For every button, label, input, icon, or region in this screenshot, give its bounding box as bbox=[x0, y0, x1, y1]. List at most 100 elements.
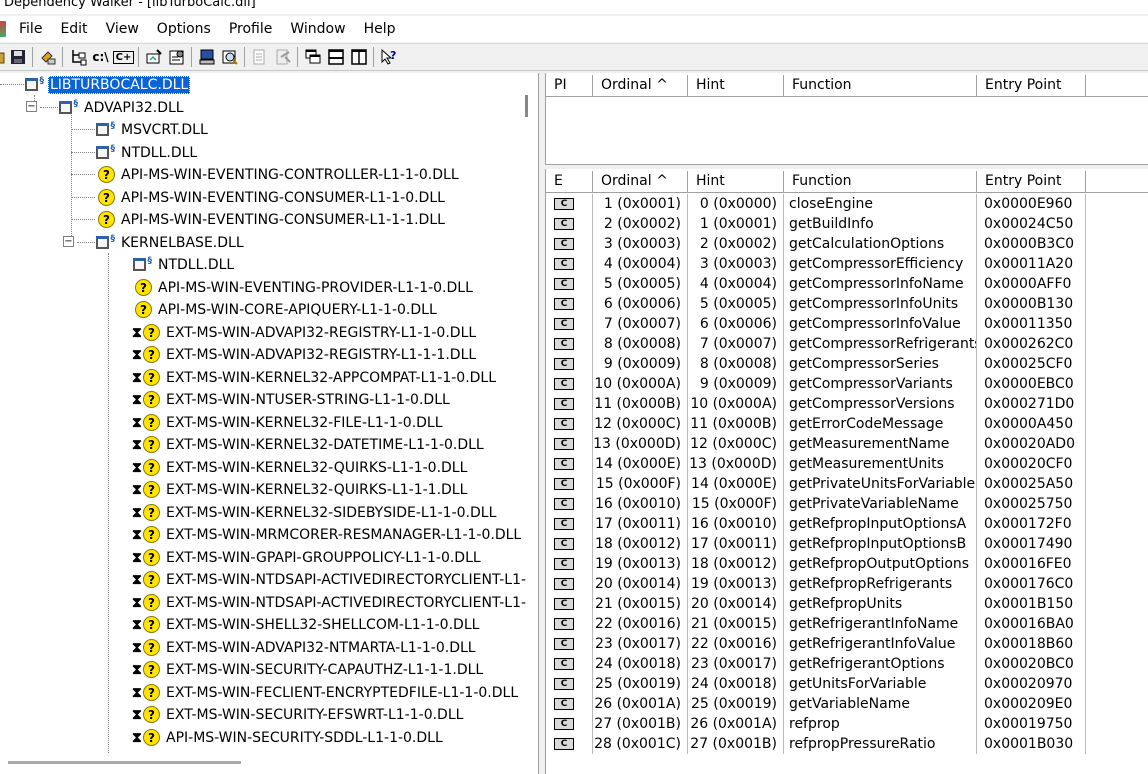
export-row[interactable]: C 15 (0x000F) 14 (0x000E) getPrivateUnitsFo… bbox=[546, 474, 1148, 494]
export-row[interactable]: C 1 (0x0001) 0 (0x0000) closeEngine 0x0000E9… bbox=[546, 194, 1148, 214]
export-row[interactable]: C 25 (0x0019) 24 (0x0018) getUnitsForVariab… bbox=[546, 674, 1148, 694]
tree-node[interactable]: ⧗? EXT-MS-WIN-GPAPI-GROUPPOLICY-L1-1-0.DL… bbox=[132, 547, 483, 569]
export-row[interactable]: C 19 (0x0013) 18 (0x0012) getRefpropOutputO… bbox=[546, 554, 1148, 574]
help-icon[interactable]: ? bbox=[377, 46, 400, 68]
export-row[interactable]: C 22 (0x0016) 21 (0x0015) getRefrigerantInf… bbox=[546, 614, 1148, 634]
tile-vertical-icon[interactable] bbox=[347, 46, 370, 68]
tree-node[interactable]: ⧗? EXT-MS-WIN-ADVAPI32-REGISTRY-L1-1-1.DL… bbox=[132, 344, 478, 366]
tree-node[interactable]: § MSVCRT.DLL bbox=[95, 119, 210, 141]
tree-node[interactable]: § KERNELBASE.DLL bbox=[95, 232, 246, 254]
tree-node[interactable]: ⧗? EXT-MS-WIN-KERNEL32-DATETIME-L1-1-0.DL… bbox=[132, 434, 486, 456]
tree-node[interactable]: ⧗? EXT-MS-WIN-SECURITY-EFSWRT-L1-1-0.DLL bbox=[132, 704, 465, 726]
tree-node[interactable]: ⧗? EXT-MS-WIN-KERNEL32-APPCOMPAT-L1-1-0.D… bbox=[132, 367, 498, 389]
system-info-icon[interactable] bbox=[195, 46, 218, 68]
col-pi[interactable]: PI bbox=[546, 75, 593, 97]
tree-node[interactable]: ⧗? EXT-MS-WIN-NTUSER-STRING-L1-1-0.DLL bbox=[132, 389, 452, 411]
tree-node[interactable]: ⧗? EXT-MS-WIN-SHELL32-SHELLCOM-L1-1-0.DLL bbox=[132, 614, 481, 636]
c-function-icon: C bbox=[554, 678, 574, 690]
tree-node[interactable]: ⧗? EXT-MS-WIN-ADVAPI32-NTMARTA-L1-1-0.DLL bbox=[132, 637, 478, 659]
export-row[interactable]: C 5 (0x0005) 4 (0x0004) getCompressorInfoNa… bbox=[546, 274, 1148, 294]
export-row[interactable]: C 20 (0x0014) 19 (0x0013) getRefpropRefrige… bbox=[546, 574, 1148, 594]
tree-node[interactable]: ⧗? EXT-MS-WIN-SECURITY-CAPAUTHZ-L1-1-1.DL… bbox=[132, 659, 485, 681]
tree-root-node[interactable]: § LIBTURBOCALC.DLL bbox=[24, 74, 191, 96]
export-row[interactable]: C 18 (0x0012) 17 (0x0011) getRefpropInputOp… bbox=[546, 534, 1148, 554]
imports-list[interactable]: PI Ordinal ^ Hint Function Entry Point bbox=[545, 73, 1148, 165]
tree-node[interactable]: ⧗? EXT-MS-WIN-KERNEL32-QUIRKS-L1-1-0.DLL bbox=[132, 457, 469, 479]
full-paths-icon[interactable]: c:\ bbox=[89, 46, 112, 68]
export-row[interactable]: C 11 (0x000B) 10 (0x000A) getCompressorVers… bbox=[546, 394, 1148, 414]
tree-node[interactable]: ? API-MS-WIN-CORE-APIQUERY-L1-1-0.DLL bbox=[132, 299, 439, 321]
collapse-toggle[interactable]: − bbox=[26, 101, 37, 112]
col-ordinal[interactable]: Ordinal ^ bbox=[593, 75, 688, 97]
tree-node[interactable]: ⧗? EXT-MS-WIN-NTDSAPI-ACTIVEDIRECTORYCLIE… bbox=[132, 592, 528, 614]
export-row[interactable]: C 16 (0x0010) 15 (0x000F) getPrivateVariabl… bbox=[546, 494, 1148, 514]
export-row[interactable]: C 9 (0x0009) 8 (0x0008) getCompressorSeries… bbox=[546, 354, 1148, 374]
export-row[interactable]: C 21 (0x0015) 20 (0x0014) getRefpropUnits 0x… bbox=[546, 594, 1148, 614]
col-function[interactable]: Function bbox=[784, 75, 977, 97]
highlight-matching-item-icon[interactable] bbox=[271, 46, 294, 68]
export-row[interactable]: C 8 (0x0008) 7 (0x0007) getCompressorRefrig… bbox=[546, 334, 1148, 354]
export-row[interactable]: C 6 (0x0006) 5 (0x0005) getCompressorInfoUn… bbox=[546, 294, 1148, 314]
app-icon[interactable] bbox=[0, 21, 6, 37]
export-row[interactable]: C 7 (0x0007) 6 (0x0006) getCompressorInfoVa… bbox=[546, 314, 1148, 334]
tile-horizontal-icon[interactable] bbox=[324, 46, 347, 68]
module-dependency-tree[interactable]: − − § LIBTURBOCALC.DLL § ADVAPI32.DLL § MSVCR… bbox=[0, 73, 539, 774]
export-row[interactable]: C 23 (0x0017) 22 (0x0016) getRefrigerantInf… bbox=[546, 634, 1148, 654]
export-row[interactable]: C 17 (0x0011) 16 (0x0010) getRefpropInputOp… bbox=[546, 514, 1148, 534]
menu-help[interactable]: Help bbox=[355, 16, 405, 42]
full-paths-label: c:\ bbox=[92, 50, 109, 64]
menu-profile[interactable]: Profile bbox=[220, 16, 282, 42]
undecorate-icon[interactable]: C+ bbox=[112, 46, 135, 68]
tree-node[interactable]: ⧗? API-MS-WIN-SECURITY-SDDL-L1-1-0.DLL bbox=[132, 727, 445, 749]
menu-options[interactable]: Options bbox=[148, 16, 220, 42]
export-row[interactable]: C 26 (0x001A) 25 (0x0019) getVariableName 0x… bbox=[546, 694, 1148, 714]
tree-node[interactable]: ⧗? EXT-MS-WIN-ADVAPI32-REGISTRY-L1-1-0.DL… bbox=[132, 322, 478, 344]
collapse-toggle[interactable]: − bbox=[63, 236, 74, 247]
export-row[interactable]: C 24 (0x0018) 23 (0x0017) getRefrigerantOpt… bbox=[546, 654, 1148, 674]
tree-node[interactable]: ⧗? EXT-MS-WIN-KERNEL32-QUIRKS-L1-1-1.DLL bbox=[132, 479, 469, 501]
export-row[interactable]: C 14 (0x000E) 13 (0x000D) getMeasurementUni… bbox=[546, 454, 1148, 474]
tree-node[interactable]: ? API-MS-WIN-EVENTING-PROVIDER-L1-1-0.DLL bbox=[132, 277, 475, 299]
export-row[interactable]: C 12 (0x000C) 11 (0x000B) getErrorCodeMessa… bbox=[546, 414, 1148, 434]
col-hint[interactable]: Hint bbox=[688, 75, 784, 97]
copy-icon[interactable] bbox=[36, 46, 59, 68]
menu-window[interactable]: Window bbox=[281, 16, 354, 42]
col-function[interactable]: Function bbox=[784, 171, 977, 193]
export-row[interactable]: C 4 (0x0004) 3 (0x0003) getCompressorEffici… bbox=[546, 254, 1148, 274]
find-next-icon[interactable] bbox=[248, 46, 271, 68]
menu-view[interactable]: View bbox=[97, 16, 148, 42]
col-hint[interactable]: Hint bbox=[688, 171, 784, 193]
export-row[interactable]: C 3 (0x0003) 2 (0x0002) getCalculationOptio… bbox=[546, 234, 1148, 254]
tree-node[interactable]: ? API-MS-WIN-EVENTING-CONSUMER-L1-1-1.DLL bbox=[95, 209, 447, 231]
col-entry-point[interactable]: Entry Point bbox=[977, 171, 1086, 193]
save-icon[interactable] bbox=[6, 46, 29, 68]
export-row[interactable]: C 27 (0x001B) 26 (0x001A) refprop 0x00019750 bbox=[546, 714, 1148, 734]
menu-file[interactable]: File bbox=[10, 16, 51, 42]
export-row[interactable]: C 13 (0x000D) 12 (0x000C) getMeasurementNam… bbox=[546, 434, 1148, 454]
exports-list[interactable]: E Ordinal ^ Hint Function Entry Point C 1… bbox=[545, 169, 1148, 774]
tree-node[interactable]: § ADVAPI32.DLL bbox=[58, 97, 186, 119]
tree-node[interactable]: ? API-MS-WIN-EVENTING-CONTROLLER-L1-1-0.D… bbox=[95, 164, 461, 186]
tree-horizontal-scrollbar[interactable] bbox=[8, 761, 241, 764]
tree-node[interactable]: § NTDLL.DLL bbox=[95, 142, 199, 164]
tree-node[interactable]: ⧗? EXT-MS-WIN-KERNEL32-SIDEBYSIDE-L1-1-0.… bbox=[132, 502, 498, 524]
find-icon[interactable] bbox=[218, 46, 241, 68]
tree-node[interactable]: ⧗? EXT-MS-WIN-FECLIENT-ENCRYPTEDFILE-L1-1… bbox=[132, 682, 520, 704]
tree-node[interactable]: § NTDLL.DLL bbox=[132, 254, 236, 276]
export-row[interactable]: C 10 (0x000A) 9 (0x0009) getCompressorVaria… bbox=[546, 374, 1148, 394]
properties-icon[interactable] bbox=[165, 46, 188, 68]
col-e[interactable]: E bbox=[546, 171, 593, 193]
tree-node[interactable]: ⧗? EXT-MS-WIN-NTDSAPI-ACTIVEDIRECTORYCLIE… bbox=[132, 569, 528, 591]
cascade-icon[interactable] bbox=[301, 46, 324, 68]
tree-node[interactable]: ⧗? EXT-MS-WIN-KERNEL32-FILE-L1-1-0.DLL bbox=[132, 412, 445, 434]
tree-node[interactable]: ? API-MS-WIN-EVENTING-CONSUMER-L1-1-0.DLL bbox=[95, 187, 447, 209]
configure-module-search-icon[interactable] bbox=[142, 46, 165, 68]
export-row[interactable]: C 28 (0x001C) 27 (0x001B) refpropPressureRa… bbox=[546, 734, 1148, 754]
tree-node[interactable]: ⧗? EXT-MS-WIN-MRMCORER-RESMANAGER-L1-1-0.… bbox=[132, 524, 523, 546]
autoexpand-icon[interactable] bbox=[66, 46, 89, 68]
col-entry-point[interactable]: Entry Point bbox=[977, 75, 1086, 97]
col-ordinal[interactable]: Ordinal ^ bbox=[593, 171, 688, 193]
export-row[interactable]: C 2 (0x0002) 1 (0x0001) getBuildInfo 0x00024… bbox=[546, 214, 1148, 234]
ordinal-cell: 21 (0x0015) bbox=[593, 594, 688, 614]
menu-edit[interactable]: Edit bbox=[51, 16, 96, 42]
